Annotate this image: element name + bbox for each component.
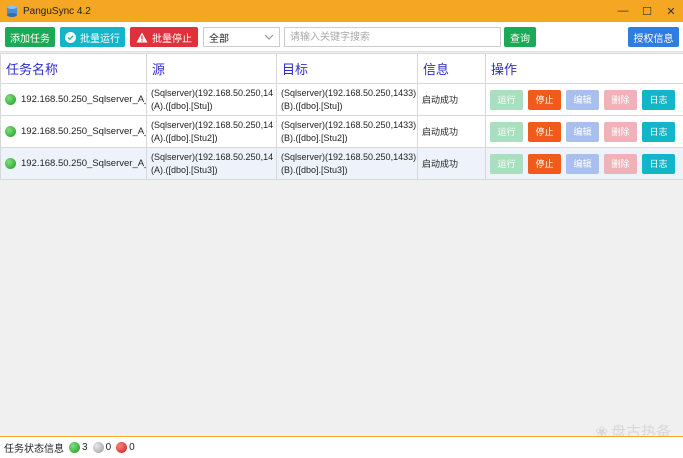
status-bar: 任务状态信息 3 0 0 <box>0 436 683 458</box>
task-name: 192.168.50.250_Sqlserver_A_ <box>21 126 146 137</box>
title-bar: PanguSync 4.2 — ☐ ✕ <box>0 0 683 22</box>
table-row[interactable]: 192.168.50.250_Sqlserver_A_ (Sqlserver)(… <box>0 147 683 180</box>
license-info-button[interactable]: 授权信息 <box>628 27 679 47</box>
error-count: 0 <box>129 442 135 453</box>
stop-button[interactable]: 停止 <box>528 89 561 110</box>
task-name-cell[interactable]: 192.168.50.250_Sqlserver_A_ <box>0 115 147 148</box>
table-header-row: 任务名称 源 目标 信息 操作 <box>0 53 683 84</box>
task-grid: 任务名称 源 目标 信息 操作 192.168.50.250_Sqlserver… <box>0 53 683 435</box>
minimize-icon: — <box>617 5 629 17</box>
status-error-icon <box>116 442 128 453</box>
status-running-icon <box>69 442 80 453</box>
status-running-icon <box>5 126 16 137</box>
table-row[interactable]: 192.168.50.250_Sqlserver_A_ (Sqlserver)(… <box>0 115 683 148</box>
batch-run-button[interactable]: 批量运行 <box>60 27 125 47</box>
target-line-1: (Sqlserver)(192.168.50.250,1433) <box>281 151 417 162</box>
info-cell: 启动成功 <box>417 147 486 180</box>
source-cell[interactable]: (Sqlserver)(192.168.50.250,14 (A).([dbo].… <box>146 115 277 148</box>
source-cell[interactable]: (Sqlserver)(192.168.50.250,14 (A).([dbo].… <box>146 147 277 180</box>
column-header-actions[interactable]: 操作 <box>485 53 683 84</box>
source-cell[interactable]: (Sqlserver)(192.168.50.250,14 (A).([dbo].… <box>146 83 277 116</box>
target-line-1: (Sqlserver)(192.168.50.250,1433) <box>281 87 417 98</box>
target-line-1: (Sqlserver)(192.168.50.250,1433) <box>281 119 417 130</box>
target-line-2: (B).([dbo].[Stu]) <box>281 100 343 111</box>
edit-button[interactable]: 编辑 <box>566 153 599 174</box>
close-icon: ✕ <box>666 5 676 18</box>
edit-button[interactable]: 编辑 <box>566 89 599 110</box>
chevron-down-icon <box>264 32 274 45</box>
license-info-label: 授权信息 <box>633 33 674 45</box>
status-filter-value: 全部 <box>209 33 229 45</box>
actions-cell: 运行 停止 编辑 删除 日志 <box>485 147 683 180</box>
batch-run-label: 批量运行 <box>80 33 120 45</box>
add-task-label: 添加任务 <box>10 33 50 45</box>
status-stopped-icon <box>92 442 104 453</box>
log-button[interactable]: 日志 <box>642 121 675 142</box>
task-name-cell[interactable]: 192.168.50.250_Sqlserver_A_ <box>0 147 147 180</box>
task-table: 任务名称 源 目标 信息 操作 192.168.50.250_Sqlserver… <box>0 53 683 180</box>
maximize-button[interactable]: ☐ <box>635 0 659 22</box>
source-line-2: (A).([dbo].[Stu3]) <box>151 164 218 175</box>
column-header-info[interactable]: 信息 <box>417 53 486 84</box>
status-running-icon <box>5 94 16 105</box>
close-button[interactable]: ✕ <box>659 0 683 22</box>
target-cell[interactable]: (Sqlserver)(192.168.50.250,1433) (B).([db… <box>276 83 418 116</box>
info-cell: 启动成功 <box>417 83 486 116</box>
query-label: 查询 <box>510 33 530 45</box>
target-line-2: (B).([dbo].[Stu3]) <box>281 164 348 175</box>
check-circle-icon <box>65 31 76 43</box>
running-count: 3 <box>82 442 88 453</box>
run-button[interactable]: 运行 <box>490 153 523 174</box>
query-button[interactable]: 查询 <box>504 27 536 47</box>
run-button[interactable]: 运行 <box>490 121 523 142</box>
stop-button[interactable]: 停止 <box>528 153 561 174</box>
edit-button[interactable]: 编辑 <box>566 121 599 142</box>
source-line-2: (A).([dbo].[Stu2]) <box>151 132 218 143</box>
source-line-1: (Sqlserver)(192.168.50.250,14 <box>151 119 274 130</box>
window-title: PanguSync 4.2 <box>23 5 91 17</box>
delete-button[interactable]: 删除 <box>604 121 637 142</box>
batch-stop-button[interactable]: 批量停止 <box>130 27 198 47</box>
run-button[interactable]: 运行 <box>490 89 523 110</box>
table-row[interactable]: 192.168.50.250_Sqlserver_A_ (Sqlserver)(… <box>0 83 683 116</box>
task-name: 192.168.50.250_Sqlserver_A_ <box>21 158 146 169</box>
status-filter-select[interactable]: 全部 <box>203 27 280 47</box>
column-header-task-name[interactable]: 任务名称 <box>0 53 147 84</box>
target-cell[interactable]: (Sqlserver)(192.168.50.250,1433) (B).([db… <box>276 147 418 180</box>
source-line-1: (Sqlserver)(192.168.50.250,14 <box>151 87 274 98</box>
toolbar: 添加任务 批量运行 批量停止 全部 查询 授权信息 <box>0 22 683 52</box>
status-running-icon <box>5 158 16 169</box>
source-line-1: (Sqlserver)(192.168.50.250,14 <box>151 151 274 162</box>
maximize-icon: ☐ <box>642 5 652 18</box>
actions-cell: 运行 停止 编辑 删除 日志 <box>485 115 683 148</box>
log-button[interactable]: 日志 <box>642 153 675 174</box>
actions-cell: 运行 停止 编辑 删除 日志 <box>485 83 683 116</box>
minimize-button[interactable]: — <box>611 0 635 22</box>
task-name: 192.168.50.250_Sqlserver_A_ <box>21 94 146 105</box>
search-input[interactable] <box>284 27 501 47</box>
status-label: 任务状态信息 <box>4 444 64 455</box>
add-task-button[interactable]: 添加任务 <box>5 27 55 47</box>
target-cell[interactable]: (Sqlserver)(192.168.50.250,1433) (B).([db… <box>276 115 418 148</box>
warning-icon <box>136 32 148 43</box>
info-cell: 启动成功 <box>417 115 486 148</box>
target-line-2: (B).([dbo].[Stu2]) <box>281 132 348 143</box>
task-name-cell[interactable]: 192.168.50.250_Sqlserver_A_ <box>0 83 147 116</box>
stop-button[interactable]: 停止 <box>528 121 561 142</box>
app-logo-icon <box>7 5 17 17</box>
delete-button[interactable]: 删除 <box>604 153 637 174</box>
delete-button[interactable]: 删除 <box>604 89 637 110</box>
batch-stop-label: 批量停止 <box>152 33 192 45</box>
stopped-count: 0 <box>105 442 112 453</box>
column-header-source[interactable]: 源 <box>146 53 277 84</box>
source-line-2: (A).([dbo].[Stu]) <box>151 100 213 111</box>
log-button[interactable]: 日志 <box>642 89 675 110</box>
column-header-target[interactable]: 目标 <box>276 53 418 84</box>
